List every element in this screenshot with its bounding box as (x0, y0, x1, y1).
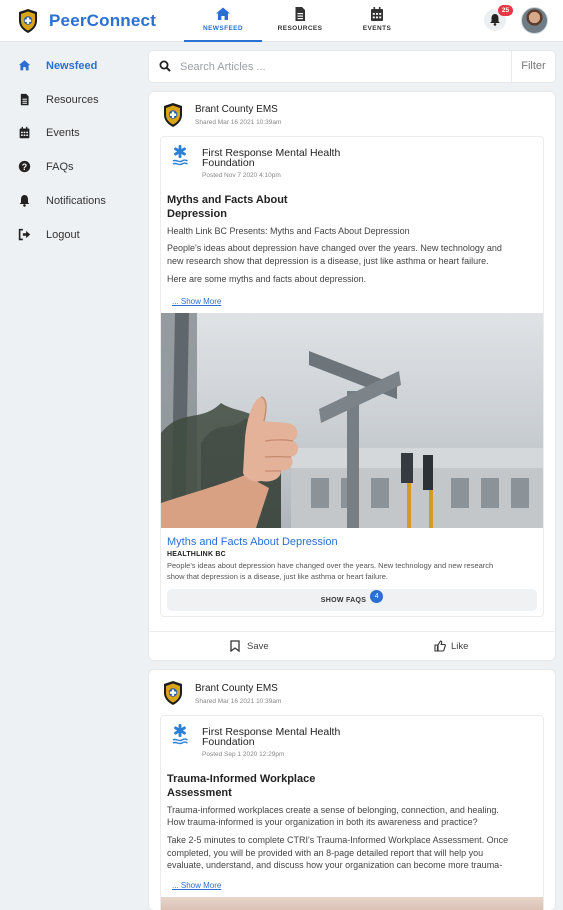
sidebar-item-events[interactable]: Events (0, 118, 147, 148)
link-title[interactable]: Myths and Facts About Depression (167, 536, 338, 548)
post-shared-time: Shared Mar 16 2021 10:39am (195, 119, 282, 126)
brand-name[interactable]: PeerConnect (49, 11, 156, 31)
article-image[interactable] (161, 313, 543, 528)
search-icon (159, 60, 171, 72)
user-avatar[interactable] (521, 7, 548, 34)
tab-label: RESOURCES (277, 25, 323, 32)
link-description: People's ideas about depression have cha… (167, 561, 494, 570)
document-icon (295, 7, 305, 21)
calendar-icon (19, 126, 30, 139)
article-text: Take 2-5 minutes to complete CTRI's Trau… (167, 835, 509, 845)
link-description: show that depression is a disease, just … (167, 572, 388, 581)
search-input[interactable]: Search Articles ... (180, 61, 266, 73)
search-bar[interactable]: Search Articles ... Filter (149, 51, 555, 82)
post-author[interactable]: Brant County EMS (195, 683, 278, 694)
post-author[interactable]: Brant County EMS (195, 104, 278, 115)
bookmark-icon (230, 640, 240, 652)
home-icon (216, 7, 230, 20)
sidebar-item-notifications[interactable]: Notifications (0, 186, 147, 216)
show-more-link[interactable]: ... Show More (172, 297, 221, 306)
bell-icon (19, 195, 30, 207)
post-shared-time: Shared Mar 16 2021 10:39am (195, 698, 282, 705)
sidebar-item-newsfeed[interactable]: Newsfeed (0, 51, 147, 81)
bell-icon (490, 14, 500, 26)
post-card: Brant County EMS Shared Mar 16 2021 10:3… (149, 92, 555, 660)
tab-newsfeed[interactable]: NEWSFEED (184, 5, 262, 42)
faq-count-badge: 4 (370, 590, 384, 604)
notification-count-badge: 25 (498, 5, 513, 16)
post-card: Brant County EMS Shared Mar 16 2021 10:3… (149, 670, 555, 910)
star-of-life-icon (172, 724, 188, 745)
article-posted-time: Posted Sep 1 2020 12:29pm (202, 751, 285, 758)
article-text: How trauma-informed is your organization… (167, 817, 478, 827)
sidebar-item-label: FAQs (46, 161, 74, 173)
sidebar-item-label: Resources (46, 94, 99, 106)
sidebar-item-label: Notifications (46, 195, 106, 207)
sidebar-item-label: Logout (46, 229, 80, 241)
tab-resources[interactable]: RESOURCES (261, 5, 339, 42)
like-button[interactable]: Like (434, 632, 494, 660)
article-text: Trauma-informed workplaces create a sens… (167, 805, 499, 815)
show-more-link[interactable]: ... Show More (172, 881, 221, 890)
shared-article: First Response Mental Health Foundation … (160, 715, 544, 910)
org-name-line2[interactable]: Foundation (202, 737, 255, 748)
article-title-line2: Depression (167, 208, 227, 220)
article-image[interactable] (161, 897, 543, 910)
filter-button[interactable]: Filter (511, 51, 555, 82)
article-text: Health Link BC Presents: Myths and Facts… (167, 226, 410, 236)
article-text: Here are some myths and facts about depr… (167, 274, 367, 284)
sidebar: Newsfeed Resources Events ? FAQs Notific… (0, 42, 147, 900)
article-posted-time: Posted Nov 7 2020 4:10pm (202, 172, 281, 179)
post-actions: Save Like (149, 631, 555, 659)
ems-logo-icon (164, 681, 182, 705)
question-circle-icon: ? (18, 160, 31, 173)
thumbs-up-icon (434, 640, 446, 652)
ems-logo-icon[interactable] (17, 8, 39, 34)
article-text: completed, you will be provided with an … (167, 848, 484, 858)
show-faqs-label: SHOW FAQS (320, 597, 367, 604)
svg-text:?: ? (22, 162, 27, 172)
sidebar-item-logout[interactable]: Logout (0, 220, 147, 250)
article-text: People's ideas about depression have cha… (167, 243, 502, 253)
show-faqs-button[interactable]: SHOW FAQS4 (167, 589, 537, 611)
save-button[interactable]: Save (230, 632, 290, 660)
logout-icon (18, 228, 31, 241)
sidebar-item-resources[interactable]: Resources (0, 85, 147, 115)
star-of-life-icon (172, 145, 188, 166)
shared-article: First Response Mental Health Foundation … (160, 136, 544, 617)
article-title-line2: Assessment (167, 787, 232, 799)
top-bar: PeerConnect NEWSFEED RESOURCES EVENTS 25 (0, 0, 563, 42)
calendar-icon (371, 7, 383, 21)
org-name-line2[interactable]: Foundation (202, 158, 255, 169)
ems-logo-icon (164, 103, 182, 127)
link-source: HEALTHLINK BC (167, 551, 226, 558)
article-title-line1: Trauma-Informed Workplace (167, 773, 316, 785)
sidebar-item-faqs[interactable]: ? FAQs (0, 152, 147, 182)
article-text: evaluate, understand, and discuss how yo… (167, 860, 503, 870)
tab-label: EVENTS (362, 25, 392, 32)
article-title-line1: Myths and Facts About (167, 194, 288, 206)
sidebar-item-label: Events (46, 127, 80, 139)
article-text: new research show that depression is a d… (167, 256, 489, 266)
document-icon (20, 93, 29, 106)
tab-label: NEWSFEED (202, 25, 244, 32)
save-label: Save (247, 641, 269, 652)
tab-events[interactable]: EVENTS (338, 5, 416, 42)
like-label: Like (451, 641, 469, 652)
sidebar-item-label: Newsfeed (46, 60, 98, 72)
home-icon (18, 60, 31, 71)
